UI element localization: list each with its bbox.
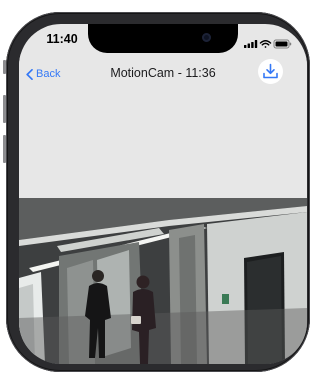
wifi-icon <box>259 40 272 48</box>
status-icons <box>244 36 294 49</box>
page-title: MotionCam - 11:36 <box>110 66 216 80</box>
download-button[interactable] <box>258 59 283 84</box>
notch <box>88 24 238 53</box>
front-camera <box>202 33 211 42</box>
camera-video-frame[interactable] <box>19 198 307 364</box>
phone-screen: 11:40 Back MotionCam - 11:36 <box>19 24 307 364</box>
camera-footage <box>19 198 307 364</box>
chevron-left-icon <box>26 68 33 80</box>
battery-icon <box>273 39 292 49</box>
volume-down-button <box>3 135 6 163</box>
status-time: 11:40 <box>46 32 78 46</box>
cellular-signal-icon <box>244 40 258 48</box>
volume-up-button <box>3 95 6 123</box>
back-button[interactable]: Back <box>26 67 60 81</box>
back-label: Back <box>36 68 61 80</box>
download-icon <box>263 63 278 79</box>
mute-switch <box>3 60 6 74</box>
